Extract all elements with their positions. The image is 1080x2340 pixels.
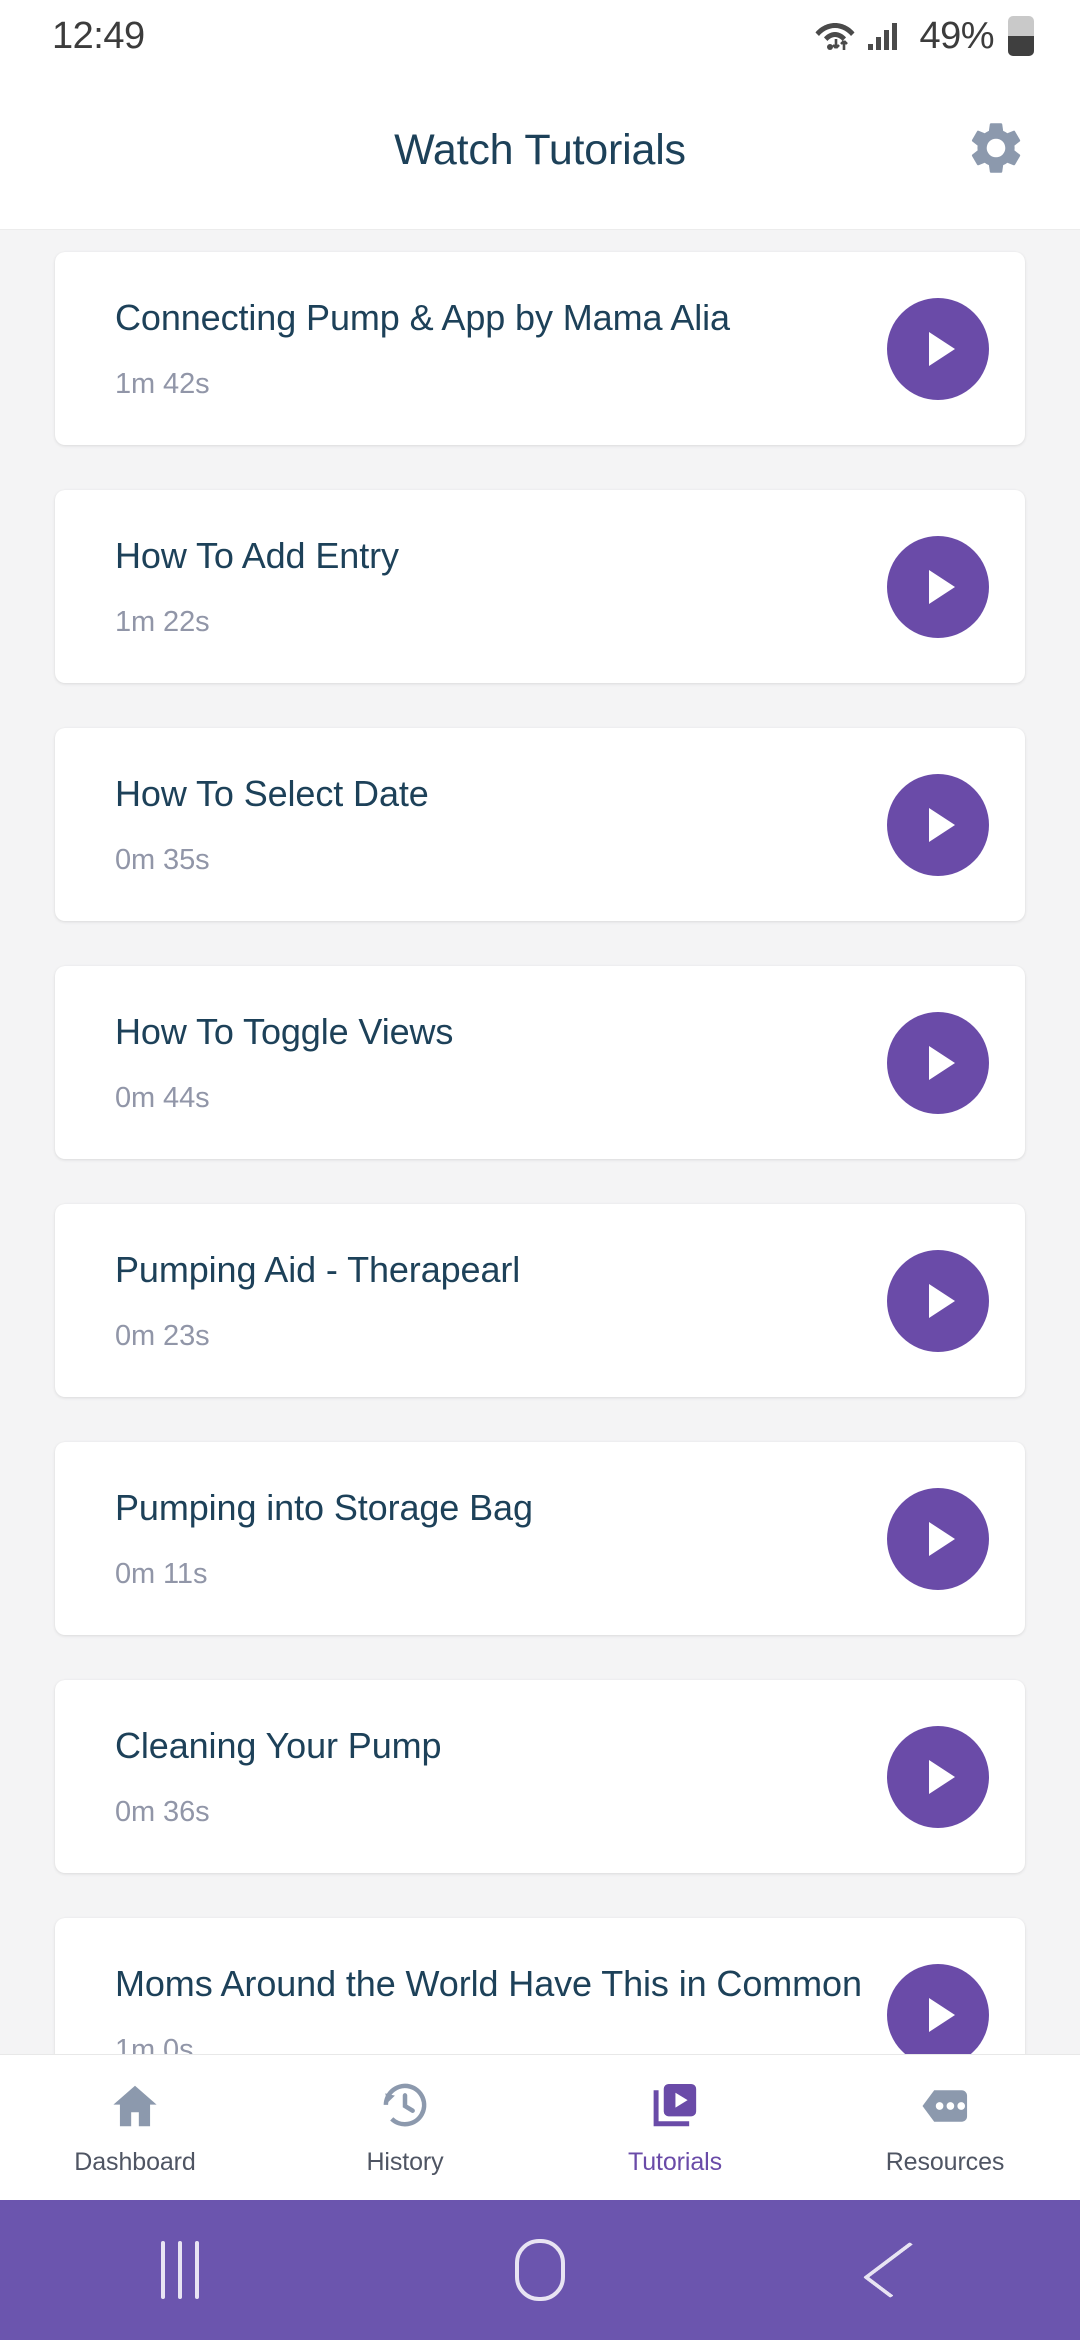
tutorial-card[interactable]: Pumping Aid - Therapearl 0m 23s bbox=[55, 1204, 1025, 1397]
nav-item-history[interactable]: History bbox=[270, 2078, 540, 2177]
tutorial-duration: 0m 11s bbox=[115, 1557, 208, 1590]
status-bar-indicators: 49% bbox=[813, 14, 1034, 59]
nav-label-history: History bbox=[366, 2148, 444, 2176]
play-icon bbox=[929, 1045, 955, 1080]
nav-item-resources[interactable]: Resources bbox=[810, 2078, 1080, 2177]
tutorial-card-texts: Pumping into Storage Bag 0m 11s bbox=[115, 1486, 887, 1590]
play-icon bbox=[929, 1997, 955, 2032]
play-icon bbox=[929, 807, 955, 842]
play-button[interactable] bbox=[887, 1963, 989, 2054]
tutorial-card-texts: Pumping Aid - Therapearl 0m 23s bbox=[115, 1248, 887, 1352]
bottom-navigation: Dashboard History Tutorials Resources bbox=[0, 2054, 1080, 2200]
android-system-nav bbox=[0, 2200, 1080, 2340]
play-button[interactable] bbox=[887, 1249, 989, 1352]
back-button[interactable] bbox=[720, 2241, 1080, 2299]
tutorial-list[interactable]: Connecting Pump & App by Mama Alia 1m 42… bbox=[0, 230, 1080, 2054]
play-button[interactable] bbox=[887, 773, 989, 876]
nav-label-tutorials: Tutorials bbox=[627, 2148, 723, 2176]
tutorial-duration: 1m 0s bbox=[115, 2033, 194, 2054]
more-dots-tag-icon bbox=[918, 2078, 972, 2134]
tutorial-card[interactable]: How To Toggle Views 0m 44s bbox=[55, 966, 1025, 1159]
tutorial-title: Cleaning Your Pump bbox=[115, 1725, 442, 1767]
page-title: Watch Tutorials bbox=[394, 126, 686, 174]
play-icon bbox=[929, 1759, 955, 1794]
tutorial-card-texts: Connecting Pump & App by Mama Alia 1m 42… bbox=[115, 296, 887, 400]
history-clock-icon bbox=[378, 2078, 432, 2134]
recents-button[interactable] bbox=[0, 2241, 360, 2299]
settings-button[interactable] bbox=[960, 115, 1032, 187]
nav-label-resources: Resources bbox=[885, 2148, 1005, 2176]
tutorial-title: Pumping Aid - Therapearl bbox=[115, 1249, 521, 1291]
tutorial-duration: 0m 36s bbox=[115, 1795, 210, 1828]
nav-item-dashboard[interactable]: Dashboard bbox=[0, 2078, 270, 2177]
tutorial-card-texts: How To Toggle Views 0m 44s bbox=[115, 1010, 887, 1114]
home-icon bbox=[108, 2078, 162, 2134]
nav-item-tutorials[interactable]: Tutorials bbox=[540, 2078, 810, 2177]
play-icon bbox=[929, 569, 955, 604]
app-header: Watch Tutorials bbox=[0, 72, 1080, 230]
battery-icon bbox=[1008, 16, 1034, 56]
cellular-signal-icon bbox=[867, 15, 905, 58]
tutorial-duration: 1m 22s bbox=[115, 605, 210, 638]
tutorial-title: How To Select Date bbox=[115, 773, 429, 815]
wifi-icon bbox=[813, 14, 857, 59]
tutorial-title: Pumping into Storage Bag bbox=[115, 1487, 533, 1529]
video-library-icon bbox=[648, 2078, 702, 2134]
play-button[interactable] bbox=[887, 297, 989, 400]
tutorial-title: How To Toggle Views bbox=[115, 1011, 454, 1053]
tutorial-card[interactable]: How To Add Entry 1m 22s bbox=[55, 490, 1025, 683]
tutorial-title: How To Add Entry bbox=[115, 535, 399, 577]
tutorial-card[interactable]: Cleaning Your Pump 0m 36s bbox=[55, 1680, 1025, 1873]
tutorial-card-texts: How To Select Date 0m 35s bbox=[115, 772, 887, 876]
tutorial-card[interactable]: Moms Around the World Have This in Commo… bbox=[55, 1918, 1025, 2054]
tutorial-duration: 0m 35s bbox=[115, 843, 210, 876]
status-bar: 12:49 49% bbox=[0, 0, 1080, 72]
tutorial-title: Connecting Pump & App by Mama Alia bbox=[115, 297, 730, 339]
tutorial-title: Moms Around the World Have This in Commo… bbox=[115, 1963, 862, 2005]
battery-percent-label: 49% bbox=[919, 14, 994, 57]
home-button-icon bbox=[515, 2239, 565, 2301]
back-icon bbox=[862, 2242, 938, 2298]
tutorial-duration: 0m 23s bbox=[115, 1319, 210, 1352]
status-bar-time: 12:49 bbox=[52, 14, 145, 57]
play-button[interactable] bbox=[887, 1725, 989, 1828]
tutorial-card-texts: Cleaning Your Pump 0m 36s bbox=[115, 1724, 887, 1828]
gear-icon bbox=[965, 117, 1027, 184]
play-icon bbox=[929, 331, 955, 366]
play-icon bbox=[929, 1521, 955, 1556]
home-button[interactable] bbox=[360, 2239, 720, 2301]
recents-icon bbox=[161, 2241, 199, 2299]
nav-label-dashboard: Dashboard bbox=[74, 2148, 196, 2176]
tutorial-card[interactable]: How To Select Date 0m 35s bbox=[55, 728, 1025, 921]
play-icon bbox=[929, 1283, 955, 1318]
tutorial-duration: 0m 44s bbox=[115, 1081, 210, 1114]
play-button[interactable] bbox=[887, 1487, 989, 1590]
tutorial-card[interactable]: Pumping into Storage Bag 0m 11s bbox=[55, 1442, 1025, 1635]
tutorial-card-texts: How To Add Entry 1m 22s bbox=[115, 534, 887, 638]
tutorial-card-texts: Moms Around the World Have This in Commo… bbox=[115, 1962, 887, 2054]
play-button[interactable] bbox=[887, 1011, 989, 1114]
tutorial-duration: 1m 42s bbox=[115, 367, 210, 400]
play-button[interactable] bbox=[887, 535, 989, 638]
tutorial-card[interactable]: Connecting Pump & App by Mama Alia 1m 42… bbox=[55, 252, 1025, 445]
